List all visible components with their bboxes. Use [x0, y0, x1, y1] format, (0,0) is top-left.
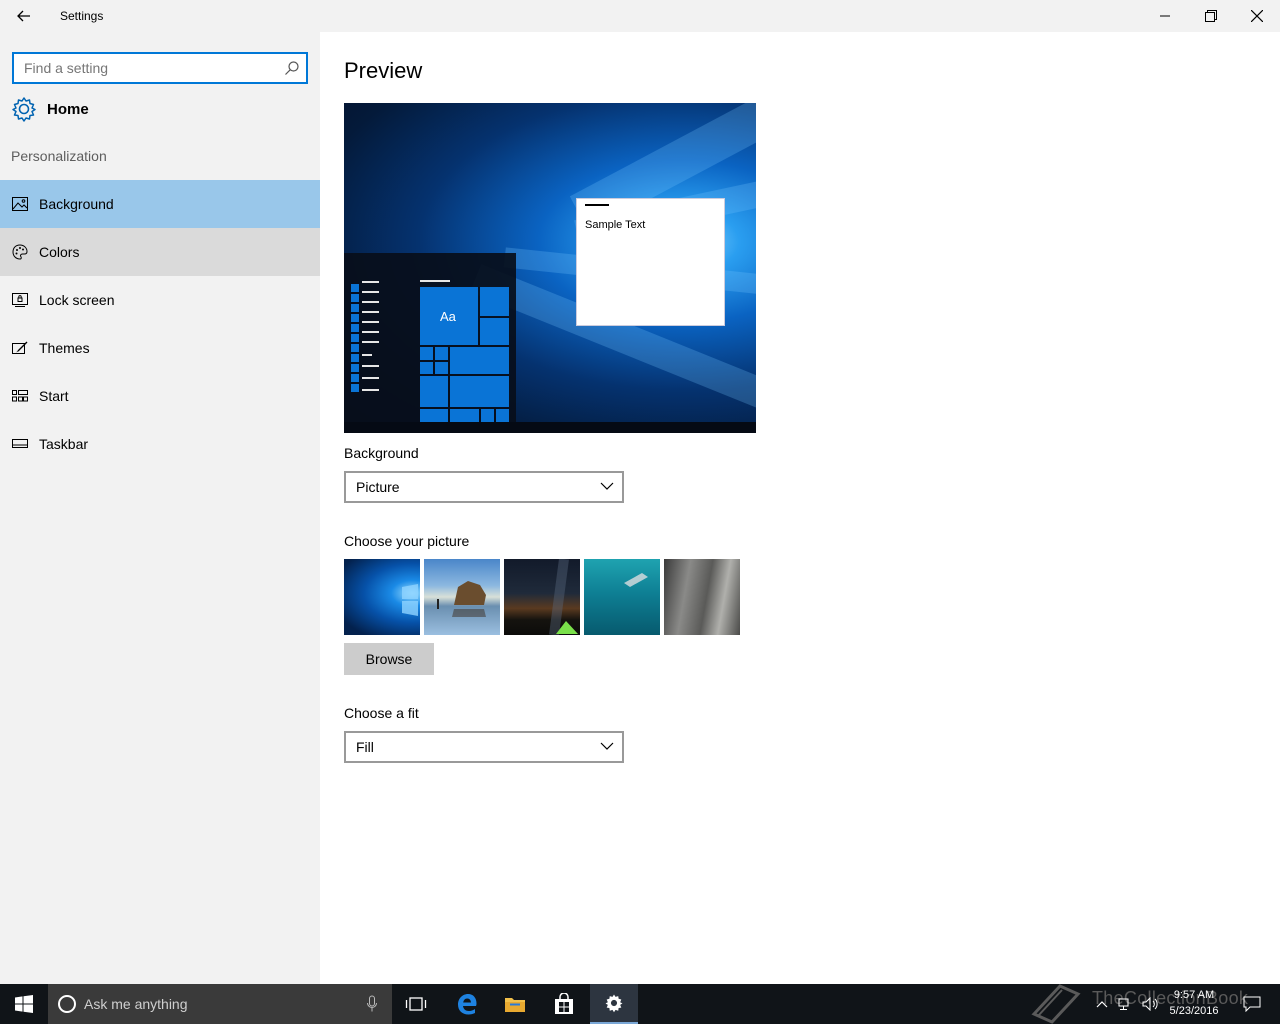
home-label: Home — [47, 100, 89, 118]
store-button[interactable] — [540, 984, 588, 1024]
store-icon — [555, 993, 573, 1014]
picture-icon — [11, 195, 29, 213]
gear-icon — [12, 97, 36, 122]
rock-arch-icon — [437, 581, 486, 617]
search-box[interactable] — [12, 52, 308, 84]
preview-start-menu: Aa — [344, 253, 516, 422]
fit-label: Choose a fit — [344, 705, 419, 721]
background-dropdown[interactable]: Picture — [344, 471, 624, 503]
title-bar: Settings — [0, 0, 1280, 32]
folder-icon — [505, 998, 525, 1012]
restore-icon — [1205, 10, 1217, 22]
sidebar-item-label: Themes — [39, 340, 90, 356]
microphone-icon[interactable] — [366, 995, 378, 1013]
gear-icon — [605, 994, 623, 1013]
taskbar-icon — [11, 435, 29, 453]
sidebar-item-lock-screen[interactable]: Lock screen — [0, 276, 320, 324]
main-content: Preview Aa Sample Text Background Pictur… — [320, 32, 1280, 984]
section-label: Personalization — [11, 148, 107, 164]
file-explorer-button[interactable] — [491, 984, 539, 1024]
background-dropdown-value: Picture — [356, 479, 400, 495]
restore-button[interactable] — [1188, 0, 1234, 32]
picture-thumbnail-rock-cliff[interactable] — [664, 559, 740, 635]
sample-window-bar — [585, 204, 609, 206]
sidebar-item-start[interactable]: Start — [0, 372, 320, 420]
sidebar-item-themes[interactable]: Themes — [0, 324, 320, 372]
swimmer-icon — [624, 573, 648, 587]
sidebar-item-label: Lock screen — [39, 292, 115, 308]
edge-icon — [458, 994, 477, 1015]
picture-thumbnail-windows-hero[interactable] — [344, 559, 420, 635]
notification-icon — [1243, 996, 1261, 1012]
search-icon[interactable] — [284, 60, 300, 76]
page-title: Preview — [344, 58, 423, 83]
clock[interactable]: 9:57 AM 5/23/2016 — [1164, 987, 1224, 1019]
edge-button[interactable] — [443, 984, 491, 1024]
fit-dropdown[interactable]: Fill — [344, 731, 624, 763]
speaker-icon — [1142, 997, 1158, 1011]
back-arrow-icon — [17, 10, 30, 22]
minimize-button[interactable] — [1142, 0, 1188, 32]
picture-thumbnail-beach-rocks[interactable] — [424, 559, 500, 635]
windows-logo-icon — [402, 584, 418, 616]
task-view-icon — [405, 997, 427, 1011]
picture-thumbnail-milky-way-tent[interactable] — [504, 559, 580, 635]
clock-time: 9:57 AM — [1173, 989, 1215, 1001]
tent-icon — [549, 559, 578, 635]
show-hidden-icons-button[interactable] — [1090, 984, 1114, 1024]
cortana-search-box[interactable]: Ask me anything — [48, 984, 392, 1024]
sidebar-item-label: Start — [39, 388, 69, 404]
home-link[interactable]: Home — [0, 92, 320, 126]
chevron-down-icon — [600, 742, 614, 750]
clock-date: 5/23/2016 — [1169, 1005, 1219, 1017]
close-button[interactable] — [1234, 0, 1280, 32]
picture-thumbnail-underwater-swimmer[interactable] — [584, 559, 660, 635]
taskbar: Ask me anything TheCollectionBook 9:57 A… — [0, 984, 1280, 1024]
background-label: Background — [344, 445, 419, 461]
fit-dropdown-value: Fill — [356, 739, 374, 755]
sidebar-item-label: Colors — [39, 244, 80, 260]
sample-window: Sample Text — [576, 198, 725, 326]
sidebar-item-label: Taskbar — [39, 436, 89, 452]
cortana-icon — [58, 995, 76, 1013]
volume-button[interactable] — [1138, 984, 1164, 1024]
sidebar-item-background[interactable]: Background — [0, 180, 320, 228]
action-center-button[interactable] — [1232, 984, 1272, 1024]
chevron-down-icon — [600, 482, 614, 490]
chevron-up-icon — [1096, 1001, 1108, 1008]
background-preview: Aa Sample Text — [344, 103, 756, 433]
back-button[interactable] — [8, 4, 40, 28]
cortana-placeholder: Ask me anything — [84, 996, 188, 1012]
preview-taskbar — [344, 422, 756, 433]
network-icon — [1118, 998, 1129, 1010]
network-button[interactable] — [1114, 984, 1138, 1024]
preview-tile: Aa — [420, 287, 478, 345]
choose-picture-label: Choose your picture — [344, 533, 470, 549]
lock-screen-icon — [11, 291, 29, 309]
start-button[interactable] — [0, 984, 48, 1024]
tile-label: Aa — [440, 309, 456, 324]
book-logo-icon — [1031, 984, 1081, 1024]
browse-button[interactable]: Browse — [344, 643, 434, 675]
window-title: Settings — [60, 9, 104, 23]
settings-taskbar-button[interactable] — [590, 984, 638, 1024]
palette-icon — [11, 243, 29, 261]
minimize-icon — [1160, 15, 1170, 17]
sidebar-item-taskbar[interactable]: Taskbar — [0, 420, 320, 468]
sidebar-item-label: Background — [39, 196, 114, 212]
sample-text: Sample Text — [585, 219, 646, 231]
windows-logo-icon — [15, 995, 33, 1013]
task-view-button[interactable] — [392, 984, 440, 1024]
themes-icon — [11, 339, 29, 357]
sidebar: Home Personalization Background Colors L… — [0, 32, 320, 984]
close-icon — [1251, 10, 1263, 22]
start-icon — [11, 387, 29, 405]
sidebar-item-colors[interactable]: Colors — [0, 228, 320, 276]
search-input[interactable] — [14, 54, 264, 82]
